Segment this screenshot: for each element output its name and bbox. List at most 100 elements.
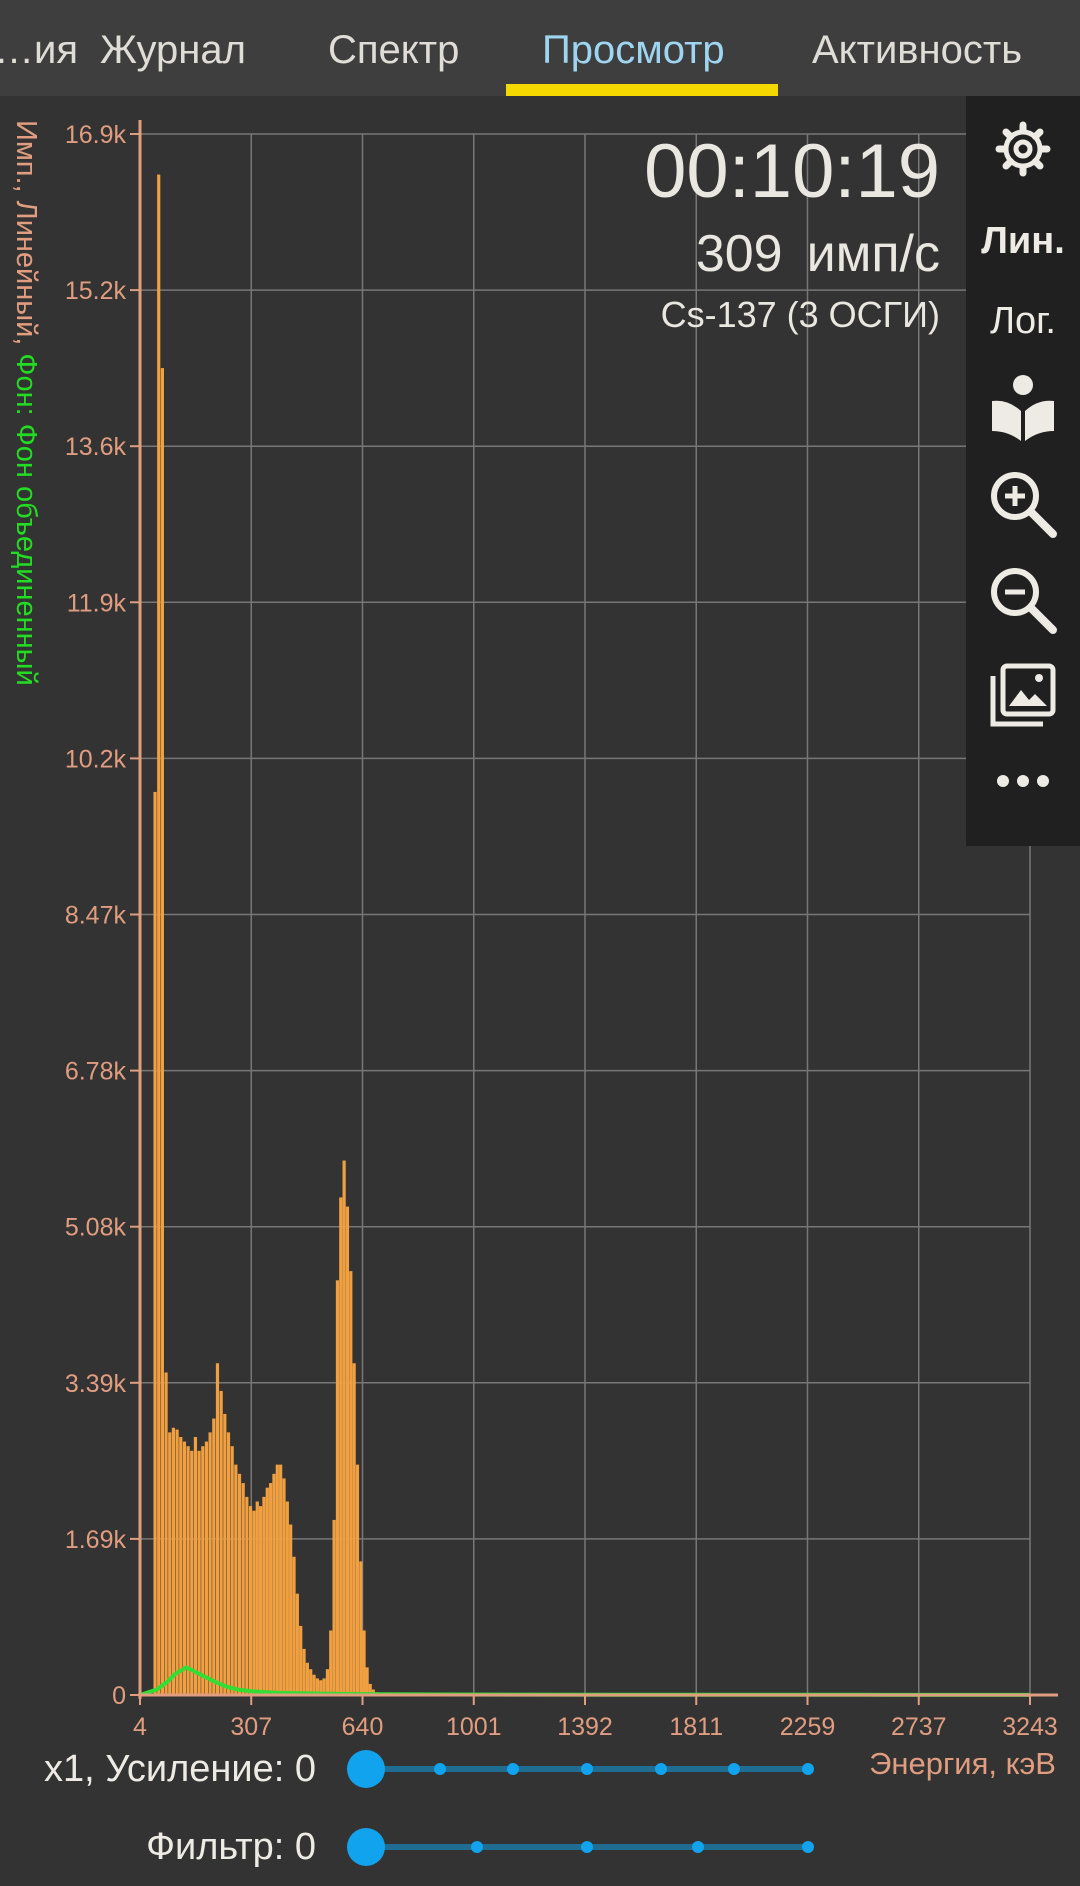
zoom-out-icon [991, 568, 1057, 634]
side-toolbar: Лин. Лог. [966, 96, 1080, 846]
zoom-in-icon [991, 472, 1057, 538]
spectrum-bar [219, 1390, 223, 1695]
isotope-source: Cs-137 (3 ОСГИ) [660, 294, 940, 335]
tab-spectrum[interactable]: Спектр [328, 24, 459, 76]
slider-step-dot [433, 1763, 446, 1775]
spectrum-bar [349, 1271, 353, 1695]
y-tick-label: 15.2k [65, 277, 127, 305]
spectrum-bar [292, 1556, 296, 1695]
spectrum-bar [171, 1427, 176, 1695]
spectrum-bar [335, 1280, 340, 1695]
slider-step-dot [581, 1841, 593, 1853]
spectrum-bar [157, 174, 161, 1696]
spectrum-bar [237, 1473, 242, 1695]
slider-thumb[interactable] [347, 1828, 385, 1866]
tab-previous[interactable]: …ия [0, 24, 78, 76]
spectrum-bar [197, 1450, 201, 1695]
spectrum-bar [226, 1432, 231, 1695]
x-axis-label: Энергия, кэВ [869, 1746, 1056, 1781]
spectrum-bar [255, 1501, 259, 1695]
gallery-button[interactable] [966, 656, 1080, 736]
gear-icon [995, 121, 1051, 177]
spectrum-bar [164, 1372, 168, 1695]
slider-thumb[interactable] [347, 1750, 385, 1788]
spectrum-bar [241, 1483, 245, 1695]
scale-linear-button[interactable]: Лин. [966, 216, 1080, 266]
spectrum-bar [282, 1478, 286, 1695]
slider-step-dot [691, 1841, 704, 1853]
slider-step-dot [728, 1763, 741, 1775]
y-tick-label: 8.47k [65, 902, 127, 930]
spectrum-bar [329, 1630, 333, 1695]
y-tick-label: 13.6k [65, 433, 127, 461]
spectrum-bar [153, 791, 157, 1695]
spectrum-bar [325, 1669, 330, 1695]
spectrum-bar [204, 1441, 209, 1695]
x-tick-label: 2259 [780, 1713, 836, 1741]
y-tick-label: 11.9k [67, 589, 127, 617]
library-button[interactable] [966, 368, 1080, 448]
spectrum-bar [305, 1662, 309, 1695]
spectrum-bar [345, 1206, 350, 1695]
spectrum-bar [275, 1464, 279, 1695]
more-options-button[interactable] [966, 756, 1080, 806]
spectrum-bar [355, 1464, 360, 1695]
y-tick-label: 6.78k [65, 1058, 127, 1086]
gain-slider[interactable] [347, 1749, 814, 1789]
spectrum-bar [299, 1625, 303, 1695]
y-axis-label-main: Имп., Линейный, [10, 120, 42, 346]
spectrum-bar [309, 1669, 313, 1695]
spectrum-chart[interactable]: 0 1.69k 3.39k 5.08k 6.78k 8.47k 10.2k 11.9k 13.6… [0, 96, 1080, 1776]
spectrum-bar [365, 1667, 369, 1695]
spectrum-bar [362, 1630, 366, 1695]
x-tick-label: 2737 [891, 1713, 947, 1741]
y-tick-label: 16.9k [65, 121, 127, 149]
slider-step-dot [802, 1763, 814, 1775]
spectrum-bar [208, 1432, 212, 1695]
tab-view[interactable]: Просмотр [542, 24, 725, 76]
y-tick-label: 10.2k [65, 745, 127, 773]
spectrum-bar [193, 1436, 198, 1695]
spectrum-bar [248, 1506, 253, 1695]
spectrum-bar [352, 1363, 356, 1695]
zoom-out-button[interactable] [966, 560, 1080, 640]
filter-slider[interactable] [347, 1827, 814, 1867]
x-tick-label: 3243 [1002, 1713, 1058, 1741]
spectrum-bar [160, 368, 164, 1695]
spectrum-bar [302, 1648, 306, 1695]
tab-journal[interactable]: Журнал [100, 24, 246, 76]
y-tick-label: 1.69k [65, 1526, 127, 1554]
spectrum-bar [289, 1524, 293, 1695]
spectrum-bar [201, 1446, 205, 1695]
settings-button[interactable] [966, 116, 1080, 182]
x-tick-label: 307 [230, 1713, 272, 1741]
spectrum-bar [230, 1446, 234, 1695]
spectrum-bar [265, 1487, 269, 1695]
measurement-timer: 00:10:19 [644, 129, 940, 214]
spectrum-bar [215, 1363, 220, 1695]
spectrum-bar [168, 1432, 172, 1695]
count-rate-unit: имп/с [806, 225, 940, 283]
x-tick-label: 640 [342, 1713, 384, 1741]
spectrum-bar [223, 1413, 227, 1695]
spectrum-bar [262, 1496, 266, 1695]
spectrum-bar [186, 1446, 190, 1695]
y-tick-label: 5.08k [65, 1214, 127, 1242]
x-tick-label: 1392 [557, 1713, 613, 1741]
spectrum-bar [190, 1450, 194, 1695]
y-axis-label: Имп., Линейный, Фон: Фон объединенный [8, 120, 44, 780]
scale-log-button[interactable]: Лог. [966, 296, 1080, 346]
tab-activity[interactable]: Активность [812, 24, 1022, 76]
spectrum-bar [259, 1506, 263, 1695]
reader-book-icon [992, 375, 1054, 441]
slider-step-dot [581, 1763, 593, 1775]
spectrum-bar [342, 1160, 346, 1695]
slider-step-dot [470, 1841, 483, 1853]
x-tick-label: 1001 [446, 1713, 502, 1741]
x-tick-label: 4 [133, 1713, 147, 1741]
gain-label: x1, Усиление: 0 [44, 1748, 316, 1790]
spectrum-bar [245, 1496, 249, 1695]
tab-bar: …ия Журнал Спектр Просмотр Активность [0, 0, 1080, 96]
count-rate: 309 имп/с [696, 224, 940, 284]
zoom-in-button[interactable] [966, 464, 1080, 544]
